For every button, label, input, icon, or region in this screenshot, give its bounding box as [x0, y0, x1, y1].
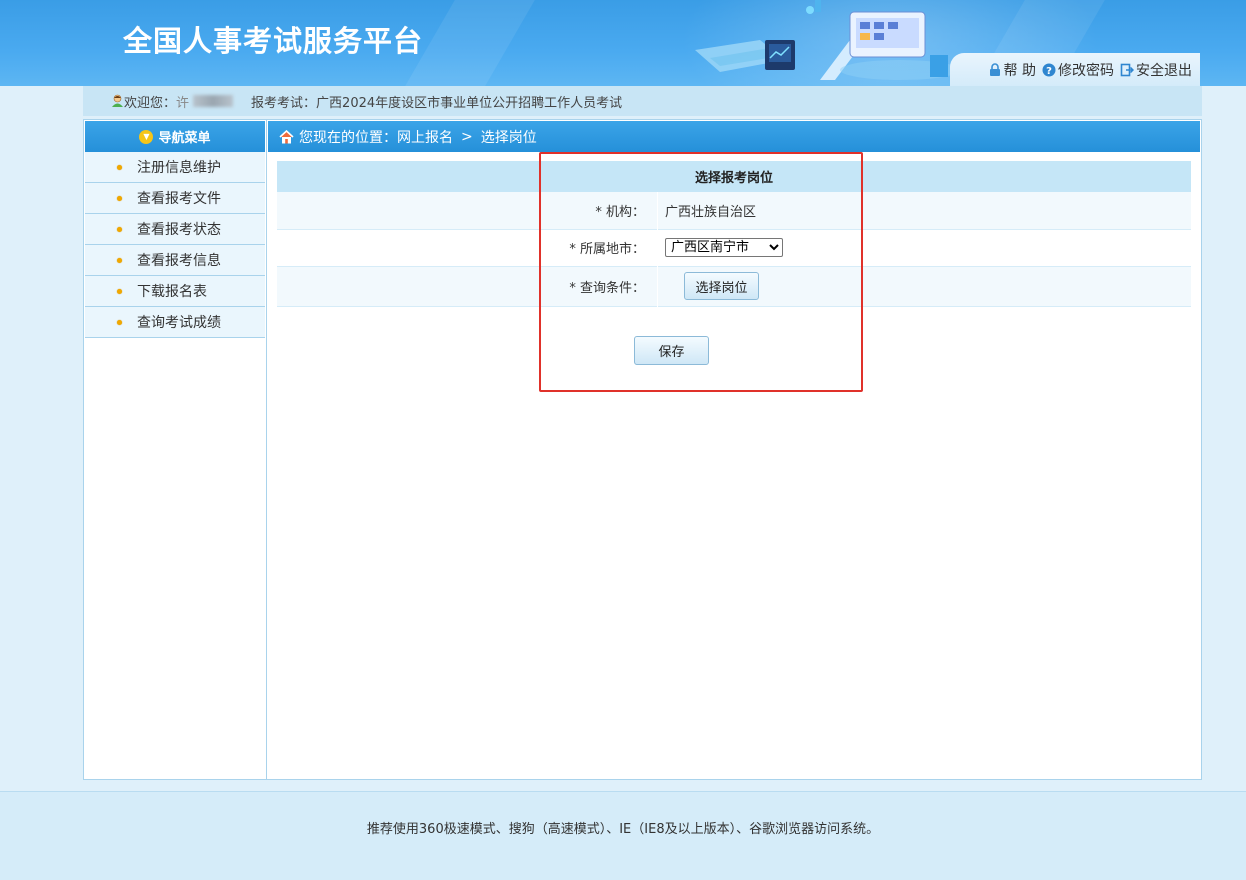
bullet-icon	[117, 319, 122, 325]
sidebar-item-label: 查看报考文件	[137, 191, 221, 207]
city-select[interactable]: 广西区南宁市	[665, 238, 783, 257]
nav-menu-title: 导航菜单	[158, 131, 211, 146]
sidebar-item-exam-info[interactable]: 查看报考信息	[85, 245, 265, 276]
help-link[interactable]: 帮 助	[988, 60, 1036, 80]
sidebar: ▼ 导航菜单 注册信息维护 查看报考文件 查看报考状态 查看报考信息 下载报名表…	[83, 119, 266, 780]
footer: 推荐使用360极速模式、搜狗（高速模式）、IE（IE8及以上版本）、谷歌浏览器访…	[0, 791, 1246, 880]
logout-icon	[1120, 63, 1134, 76]
change-password-link[interactable]: ? 修改密码	[1042, 60, 1114, 80]
breadcrumb-separator: >	[461, 128, 473, 145]
save-button[interactable]: 保存	[634, 336, 709, 365]
exam-name: 广西2024年度设区市事业单位公开招聘工作人员考试	[316, 95, 623, 111]
bullet-icon	[117, 195, 122, 201]
bullet-icon	[117, 164, 122, 170]
user-icon	[112, 94, 123, 107]
form-row-query: * 查询条件： 选择岗位	[277, 266, 1191, 306]
site-title: 全国人事考试服务平台	[123, 24, 424, 58]
form-row-city: * 所属地市： 广西区南宁市	[277, 229, 1191, 266]
select-position-button[interactable]: 选择岗位	[684, 272, 759, 300]
form-row-org: * 机构： 广西壮族自治区	[277, 192, 1191, 229]
form-header-row: 选择报考岗位	[277, 161, 1191, 192]
home-icon	[279, 129, 294, 143]
chevron-down-icon: ▼	[139, 129, 154, 144]
logout-link[interactable]: 安全退出	[1120, 60, 1192, 80]
breadcrumb-level1[interactable]: 网上报名	[397, 127, 453, 147]
bullet-icon	[117, 288, 122, 294]
main-content: 您现在的位置： 网上报名 > 选择岗位 选择报考岗位 * 机构： 广西壮族自治区…	[266, 119, 1202, 780]
nav-menu-header: ▼ 导航菜单	[85, 121, 265, 152]
org-label: * 机构：	[277, 192, 658, 229]
sidebar-item-label: 查询考试成绩	[137, 315, 221, 331]
change-password-label: 修改密码	[1058, 62, 1114, 79]
user-name-redacted	[193, 95, 234, 107]
breadcrumb: 您现在的位置： 网上报名 > 选择岗位	[268, 121, 1200, 152]
sidebar-item-label: 注册信息维护	[137, 160, 221, 176]
bullet-icon	[117, 226, 122, 232]
footer-text: 推荐使用360极速模式、搜狗（高速模式）、IE（IE8及以上版本）、谷歌浏览器访…	[366, 822, 880, 837]
org-value: 广西壮族自治区	[665, 204, 757, 220]
header-banner: 全国人事考试服务平台 帮 助 ? 修改密码 安全退出	[0, 0, 1246, 86]
welcome-bar: 欢迎您： 许 报考考试： 广西2024年度设区市事业单位公开招聘工作人员考试	[83, 86, 1202, 116]
sidebar-item-scores[interactable]: 查询考试成绩	[85, 307, 265, 338]
sidebar-item-label: 查看报考状态	[137, 222, 221, 238]
breadcrumb-prefix: 您现在的位置：	[299, 129, 397, 146]
sidebar-item-exam-files[interactable]: 查看报考文件	[85, 183, 265, 214]
user-name: 许	[176, 95, 190, 111]
exam-label: 报考考试：	[251, 95, 317, 111]
query-cell: 选择岗位	[658, 266, 1192, 306]
breadcrumb-current: 选择岗位	[480, 129, 537, 146]
help-label: 帮 助	[1003, 62, 1036, 79]
svg-text:?: ?	[1046, 66, 1052, 77]
sidebar-item-download-form[interactable]: 下载报名表	[85, 276, 265, 307]
banner-illustration	[695, 0, 960, 80]
banner-stripe	[405, 0, 535, 86]
city-cell: 广西区南宁市	[658, 229, 1192, 266]
bullet-icon	[117, 257, 122, 263]
city-label: * 所属地市：	[277, 229, 658, 266]
sidebar-item-register-info[interactable]: 注册信息维护	[85, 152, 265, 183]
sidebar-item-exam-status[interactable]: 查看报考状态	[85, 214, 265, 245]
greeting-label: 欢迎您：	[124, 95, 177, 111]
logout-label: 安全退出	[1136, 62, 1192, 79]
question-icon: ?	[1042, 63, 1056, 77]
lock-icon	[989, 62, 1000, 76]
sidebar-item-label: 查看报考信息	[137, 253, 221, 269]
form-title: 选择报考岗位	[694, 171, 773, 186]
sidebar-item-label: 下载报名表	[137, 284, 207, 300]
select-position-form: 选择报考岗位 * 机构： 广西壮族自治区 * 所属地市： 广西区南宁市 * 查询…	[277, 161, 1191, 307]
header-links: 帮 助 ? 修改密码 安全退出	[950, 53, 1200, 86]
query-label: * 查询条件：	[277, 266, 658, 306]
